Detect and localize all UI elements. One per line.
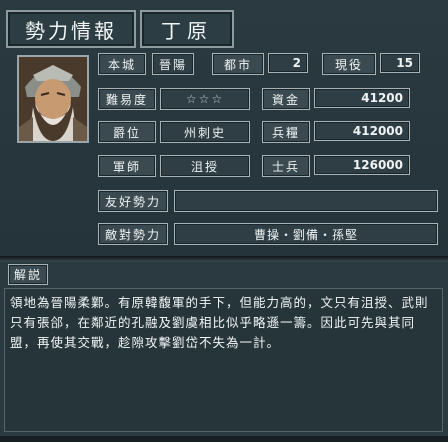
difficulty-label: 難易度 bbox=[98, 88, 156, 110]
rank-value: 州刺史 bbox=[160, 121, 250, 143]
castle-label: 本城 bbox=[98, 53, 146, 75]
ruler-name: 丁原 bbox=[140, 10, 234, 48]
funds-label: 資金 bbox=[262, 88, 310, 110]
description-text: 領地為晉陽柔鄴。有原韓馥軍的手下，但能力高的，文只有沮授、武則只有張郃，在鄰近的… bbox=[10, 295, 429, 350]
rank-label: 爵位 bbox=[98, 121, 156, 143]
bearded-general-portrait-icon bbox=[19, 57, 87, 141]
troops-label: 士兵 bbox=[262, 155, 310, 177]
food-value: 412000 bbox=[314, 121, 410, 141]
officers-label: 現役 bbox=[322, 53, 376, 75]
enemies-label: 敵對勢力 bbox=[98, 223, 168, 245]
officers-value: 15 bbox=[380, 53, 420, 73]
window-title: 勢力情報 bbox=[6, 10, 136, 48]
allies-label: 友好勢力 bbox=[98, 190, 168, 212]
cities-value: 2 bbox=[268, 53, 308, 73]
description-tab: 解説 bbox=[8, 264, 48, 285]
cities-label: 都市 bbox=[212, 53, 264, 75]
ruler-portrait bbox=[17, 55, 89, 143]
difficulty-value: ☆☆☆ bbox=[160, 88, 250, 110]
bottom-border bbox=[0, 436, 448, 442]
enemies-value: 曹操・劉備・孫堅 bbox=[174, 223, 438, 245]
strategist-label: 軍師 bbox=[98, 155, 156, 177]
funds-value: 41200 bbox=[314, 88, 410, 108]
food-label: 兵糧 bbox=[262, 121, 310, 143]
castle-value: 晉陽 bbox=[152, 53, 194, 75]
strategist-value: 沮授 bbox=[160, 155, 250, 177]
troops-value: 126000 bbox=[314, 155, 410, 175]
allies-value bbox=[174, 190, 438, 212]
